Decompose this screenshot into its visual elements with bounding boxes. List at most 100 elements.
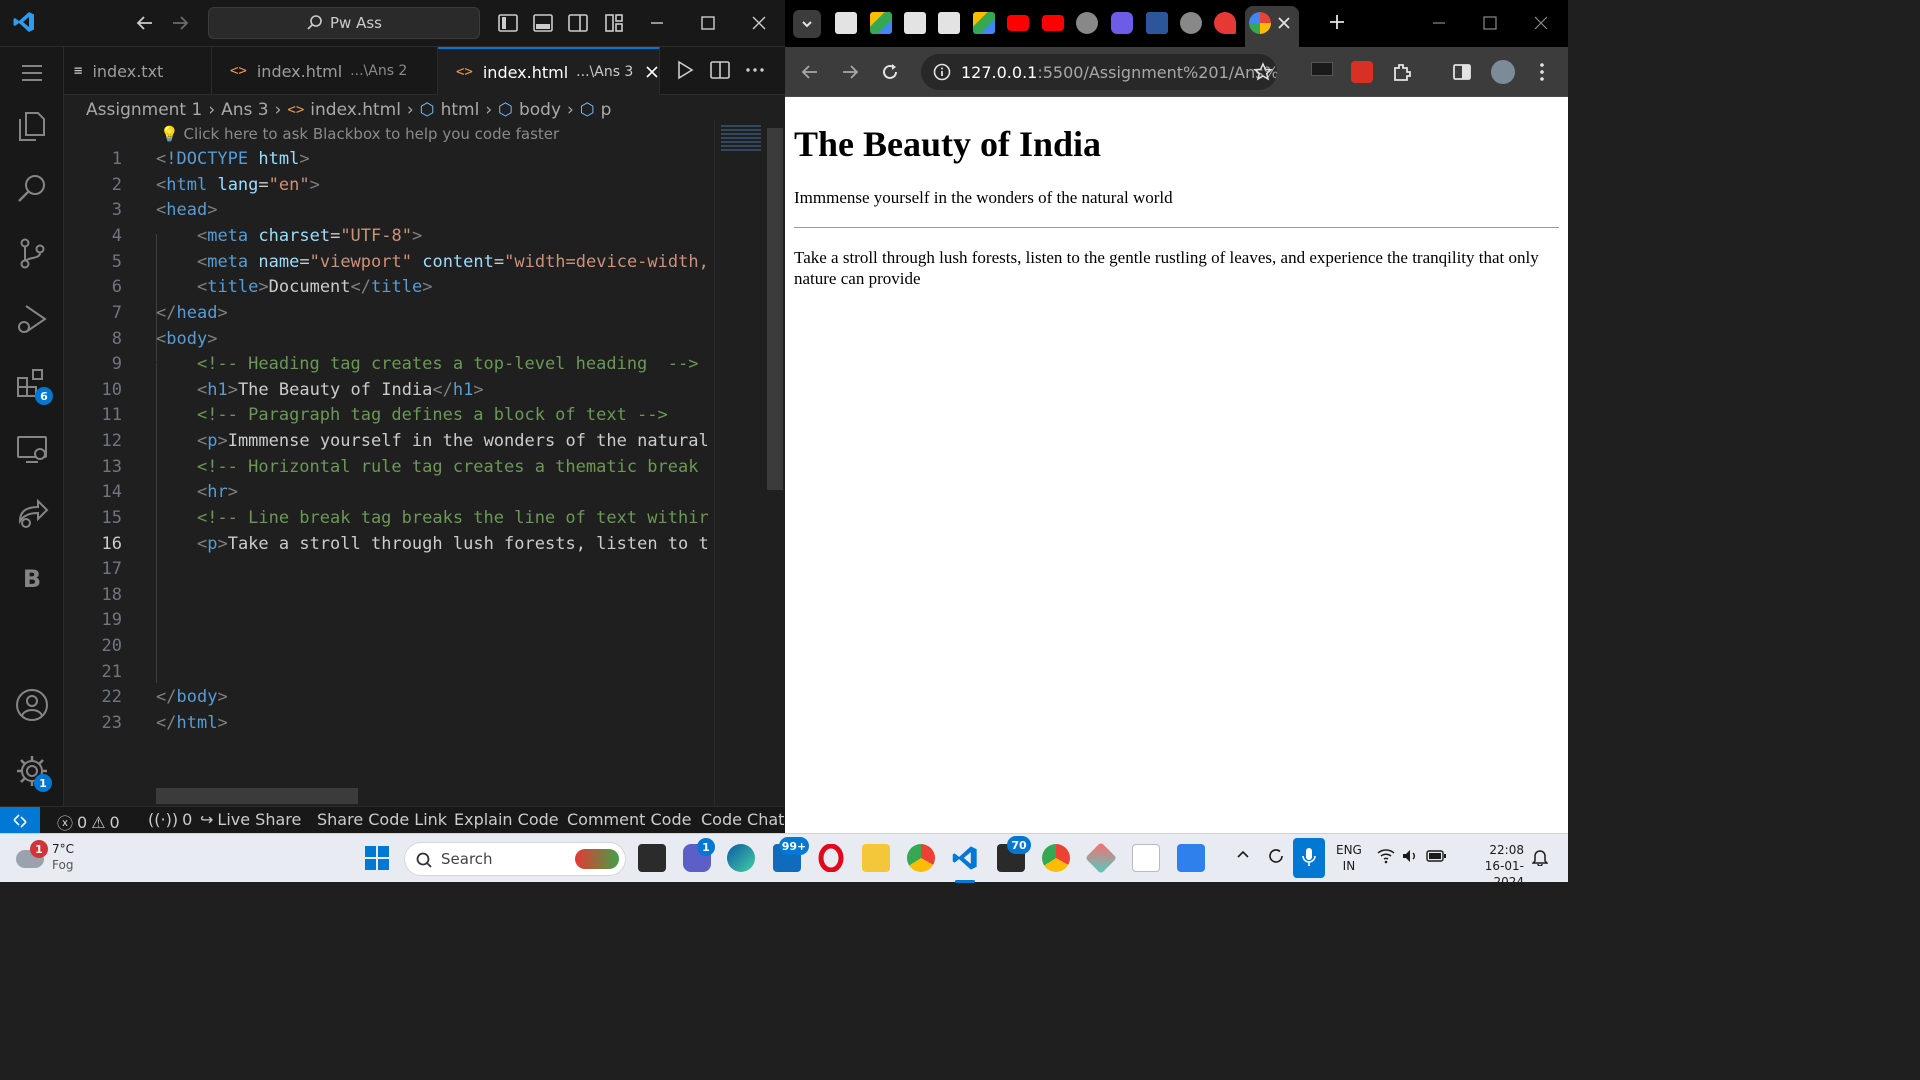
forward-arrow-icon[interactable] xyxy=(839,61,861,83)
close-icon[interactable] xyxy=(1530,12,1552,34)
toggle-primary-sidebar-icon[interactable] xyxy=(497,12,519,34)
wifi-icon[interactable] xyxy=(1377,848,1395,864)
share-code-link-button[interactable]: Share Code Link xyxy=(317,810,447,829)
run-icon[interactable] xyxy=(674,59,696,81)
tab-index-html-ans2[interactable]: <> index.html ...\Ans 2 xyxy=(212,47,438,95)
breadcrumb-item[interactable]: p xyxy=(601,100,612,120)
tab-globe-icon[interactable] xyxy=(1076,12,1098,34)
start-windows-icon[interactable] xyxy=(363,844,391,872)
tab-index-txt[interactable]: ≡ index.txt xyxy=(64,47,212,95)
edge-icon[interactable] xyxy=(727,844,755,872)
address-bar[interactable]: 127.0.0.1:5500/Assignment%201/Ans%... xyxy=(921,54,1277,90)
back-arrow-icon[interactable] xyxy=(134,12,156,34)
blackbox-codelens[interactable]: 💡 Click here to ask Blackbox to help you… xyxy=(160,125,559,143)
forward-arrow-icon[interactable] xyxy=(169,12,191,34)
chrome-menu-icon[interactable] xyxy=(1531,61,1553,83)
tab-heart-icon[interactable] xyxy=(1214,12,1236,34)
bookmark-star-icon[interactable] xyxy=(1253,62,1273,82)
maximize-icon[interactable] xyxy=(697,12,719,34)
language-indicator[interactable]: ENG IN xyxy=(1336,842,1362,874)
battery-icon[interactable] xyxy=(1426,850,1446,862)
back-arrow-icon[interactable] xyxy=(799,61,821,83)
teams-chat-icon[interactable]: 1 xyxy=(683,838,715,872)
breadcrumb-item[interactable]: html xyxy=(441,100,480,120)
split-editor-icon[interactable] xyxy=(709,59,731,81)
source-control-icon[interactable] xyxy=(14,235,50,271)
tab-youtube-icon[interactable] xyxy=(1007,15,1029,31)
run-debug-icon[interactable] xyxy=(14,301,50,337)
comment-code-button[interactable]: Comment Code xyxy=(567,810,691,829)
tab-wordpress-icon[interactable] xyxy=(904,12,926,34)
breadcrumb-item[interactable]: Assignment 1 xyxy=(86,100,202,120)
taskbar-search[interactable]: Search xyxy=(404,842,626,876)
problems-indicator[interactable]: ⓧ 0 ⚠ 0 xyxy=(57,810,120,834)
opera-icon[interactable] xyxy=(817,844,845,872)
extensions-icon[interactable]: 6 xyxy=(14,365,53,405)
breadcrumb-item[interactable]: index.html xyxy=(310,100,401,120)
minimize-icon[interactable] xyxy=(646,12,668,34)
chevron-up-icon[interactable] xyxy=(1236,848,1250,862)
mail-icon[interactable]: 99+ xyxy=(773,837,809,872)
customize-layout-icon[interactable] xyxy=(603,12,625,34)
task-view-icon[interactable] xyxy=(638,844,666,872)
tab-globe-icon[interactable] xyxy=(1180,12,1202,34)
menu-icon[interactable] xyxy=(14,55,50,91)
command-center-search[interactable]: Pw Ass xyxy=(208,7,480,39)
tab-search-button[interactable] xyxy=(793,10,821,38)
search-icon[interactable] xyxy=(14,171,50,207)
settings-gear-icon[interactable]: 1 xyxy=(14,753,52,792)
app-icon[interactable] xyxy=(1085,842,1117,874)
tab-close-icon[interactable] xyxy=(645,65,659,79)
volume-icon[interactable] xyxy=(1401,848,1419,864)
breadcrumb-item[interactable]: Ans 3 xyxy=(221,100,268,120)
vertical-scrollbar[interactable] xyxy=(767,128,783,490)
toggle-secondary-sidebar-icon[interactable] xyxy=(567,12,589,34)
tab-google-drive-icon[interactable] xyxy=(973,12,995,34)
reload-icon[interactable] xyxy=(879,61,901,83)
active-tab[interactable] xyxy=(1245,6,1299,47)
code-editor[interactable]: 1 2 3 4 5 6 7 8 9 10 11 12 13 14 15 16 1… xyxy=(64,145,714,795)
notification-bell-icon[interactable] xyxy=(1532,848,1548,866)
extension-icon[interactable] xyxy=(1351,61,1373,83)
breadcrumb-item[interactable]: body xyxy=(519,100,561,120)
ports-indicator[interactable]: ((·)) 0 xyxy=(148,810,192,829)
more-actions-icon[interactable] xyxy=(744,59,766,81)
tab-wordpress-icon[interactable] xyxy=(938,12,960,34)
chrome-icon[interactable] xyxy=(907,844,935,872)
profile-avatar[interactable] xyxy=(1491,60,1515,84)
tab-app-icon[interactable] xyxy=(1111,12,1133,34)
extension-icon[interactable] xyxy=(1311,62,1333,76)
toggle-panel-icon[interactable] xyxy=(532,12,554,34)
app-icon[interactable]: 70 xyxy=(997,836,1031,872)
close-icon[interactable] xyxy=(748,12,770,34)
side-panel-icon[interactable] xyxy=(1451,61,1473,83)
tab-index-html-ans3[interactable]: <> index.html ...\Ans 3 xyxy=(438,47,660,95)
notepad-icon[interactable] xyxy=(1177,844,1205,872)
new-tab-icon[interactable] xyxy=(1327,12,1347,32)
accounts-icon[interactable] xyxy=(14,687,50,723)
microphone-icon[interactable] xyxy=(1293,838,1325,878)
sync-icon[interactable] xyxy=(1266,846,1286,866)
vscode-taskbar-icon[interactable] xyxy=(951,844,979,883)
remote-explorer-icon[interactable] xyxy=(14,431,50,467)
explorer-icon[interactable] xyxy=(14,107,50,143)
remote-indicator[interactable] xyxy=(0,807,40,834)
maximize-icon[interactable] xyxy=(1479,12,1501,34)
site-info-icon[interactable] xyxy=(933,63,951,81)
vscode-logo-icon[interactable] xyxy=(12,10,36,34)
file-explorer-icon[interactable] xyxy=(862,844,890,872)
minimize-icon[interactable] xyxy=(1428,12,1450,34)
live-share-icon[interactable] xyxy=(14,495,50,531)
extensions-puzzle-icon[interactable] xyxy=(1391,61,1413,83)
chrome-icon[interactable] xyxy=(1042,844,1070,872)
tab-youtube-icon[interactable] xyxy=(1042,15,1064,31)
clock[interactable]: 22:08 16-01-2024 xyxy=(1458,842,1524,890)
explain-code-button[interactable]: Explain Code xyxy=(454,810,559,829)
horizontal-scrollbar[interactable] xyxy=(156,788,358,804)
blackbox-icon[interactable]: B xyxy=(14,561,50,597)
tab-close-icon[interactable] xyxy=(1277,16,1291,30)
snipping-tool-icon[interactable] xyxy=(1132,844,1160,872)
tab-google-drive-icon[interactable] xyxy=(870,12,892,34)
tab-wordpress-icon[interactable] xyxy=(835,12,857,34)
live-share-button[interactable]: ↪ Live Share xyxy=(200,810,301,829)
